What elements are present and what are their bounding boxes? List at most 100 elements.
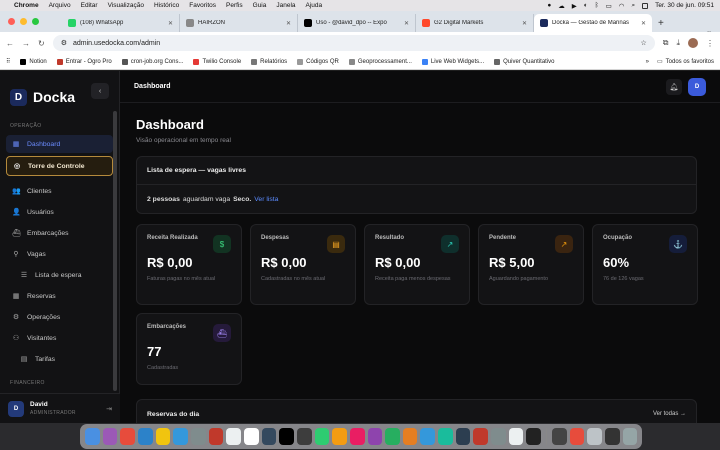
close-tab-icon[interactable]: ✕ bbox=[522, 20, 527, 27]
sidebar-item-tarifas[interactable]: ▤ Tarifas bbox=[6, 350, 113, 368]
dock-app-icon[interactable] bbox=[402, 428, 418, 445]
ver-lista-link[interactable]: Ver lista bbox=[254, 196, 278, 203]
clock[interactable]: Ter. 30 de jun. 09:51 bbox=[655, 2, 714, 9]
bell-icon[interactable]: 🔔︎ bbox=[666, 78, 682, 95]
menu-item[interactable]: Janela bbox=[276, 2, 295, 9]
menu-item[interactable]: Favoritos bbox=[189, 2, 216, 9]
menu-item[interactable]: Guia bbox=[253, 2, 267, 9]
wifi-icon[interactable]: ◠ bbox=[619, 2, 625, 10]
kpi-card-resultado[interactable]: Resultado ↗ R$ 0,00 Receita paga menos d… bbox=[364, 224, 470, 305]
dock-app-icon[interactable] bbox=[455, 428, 471, 445]
dock-app-icon[interactable] bbox=[332, 428, 347, 445]
dock-app-icon[interactable] bbox=[604, 428, 620, 445]
kpi-card-ocupacao[interactable]: Ocupação ⚓ 60% 76 de 126 vagas bbox=[592, 224, 698, 305]
menu-item[interactable]: Arquivo bbox=[49, 2, 71, 9]
dock-app-icon[interactable] bbox=[385, 428, 400, 445]
dock-app-icon[interactable] bbox=[85, 428, 100, 445]
sidebar-item-embarcacoes[interactable]: ⛴ Embarcações bbox=[6, 224, 113, 242]
sidebar-item-vagas[interactable]: ⚲ Vagas bbox=[6, 245, 113, 263]
dock-app-icon[interactable] bbox=[120, 428, 135, 445]
browser-tab[interactable]: Uso - @david_dpo -- Expo ✕ bbox=[298, 14, 416, 32]
sidebar-item-lista-de-espera[interactable]: ☰ Lista de espera bbox=[6, 266, 113, 284]
dock-app-icon[interactable] bbox=[622, 428, 638, 445]
cloud-icon[interactable]: ☁ bbox=[558, 2, 565, 10]
bookmark-item[interactable]: Geoprocessament... bbox=[348, 58, 412, 65]
bookmark-item[interactable]: Notion bbox=[20, 58, 47, 65]
sidebar-item-clientes[interactable]: 👥 Clientes bbox=[6, 182, 113, 200]
dock-app-icon[interactable] bbox=[438, 428, 453, 445]
minimize-window-button[interactable] bbox=[20, 18, 27, 25]
bookmark-item[interactable]: Códigos QR bbox=[297, 58, 339, 65]
dock-app-icon[interactable] bbox=[137, 428, 153, 445]
sidebar-scrollbar[interactable] bbox=[113, 111, 117, 391]
site-info-icon[interactable]: ⚙ bbox=[61, 39, 67, 47]
dock-app-icon[interactable] bbox=[226, 428, 241, 445]
close-window-button[interactable] bbox=[8, 18, 15, 25]
dock-app-icon[interactable] bbox=[491, 428, 506, 445]
menu-item[interactable]: Editar bbox=[81, 2, 98, 9]
sidebar-item-operacoes[interactable]: ⚙ Operações bbox=[6, 308, 113, 326]
dock-app-icon[interactable] bbox=[420, 428, 436, 445]
dock-app-icon[interactable] bbox=[243, 428, 259, 445]
bookmarks-overflow-icon[interactable]: » bbox=[646, 59, 649, 65]
dock-app-icon[interactable] bbox=[279, 428, 294, 445]
address-bar[interactable]: ⚙ admin.usedocka.com/admin ☆ bbox=[52, 35, 655, 51]
sidebar-item-visitantes[interactable]: ⚇ Visitantes bbox=[6, 329, 113, 347]
dock-app-icon[interactable] bbox=[569, 428, 585, 445]
dock-app-icon[interactable] bbox=[349, 428, 365, 445]
extensions-icon[interactable]: ⧉ bbox=[663, 38, 669, 48]
bookmark-item[interactable]: Live Web Widgets... bbox=[421, 58, 484, 65]
dock-app-icon[interactable] bbox=[296, 428, 312, 445]
close-tab-icon[interactable]: ✕ bbox=[168, 20, 173, 27]
dock-app-icon[interactable] bbox=[261, 428, 277, 445]
bookmark-item[interactable]: Entrar - Ogro Pro bbox=[56, 58, 112, 65]
dock-app-icon[interactable] bbox=[155, 428, 171, 445]
ver-todas-link[interactable]: Ver todas → bbox=[653, 411, 686, 417]
avatar[interactable]: D bbox=[8, 400, 24, 417]
browser-tab-active[interactable]: Docka — Gestão de Marinas ✕ bbox=[534, 14, 652, 32]
more-menu-icon[interactable]: ⋮ bbox=[706, 39, 714, 48]
reload-icon[interactable]: ↻ bbox=[38, 39, 45, 48]
dock-app-icon[interactable] bbox=[102, 428, 118, 445]
dock-app-icon[interactable] bbox=[526, 428, 542, 445]
kpi-card-despesas[interactable]: Despesas ▤ R$ 0,00 Cadastradas no mês at… bbox=[250, 224, 356, 305]
kpi-card-receita[interactable]: Receita Realizada $ R$ 0,00 Faturas paga… bbox=[136, 224, 242, 305]
dock-app-icon[interactable] bbox=[367, 428, 383, 445]
new-tab-button[interactable]: + bbox=[652, 14, 670, 32]
profile-avatar[interactable] bbox=[688, 38, 698, 48]
kpi-card-pendente[interactable]: Pendente ↗ R$ 5,00 Aguardando pagamento bbox=[478, 224, 584, 305]
bluetooth-icon[interactable]: ᛒ bbox=[595, 2, 599, 9]
user-menu-button[interactable]: D bbox=[688, 77, 706, 96]
sidebar-item-torre-de-controle[interactable]: ◎ Torre de Controle bbox=[6, 156, 113, 176]
forward-icon[interactable]: → bbox=[22, 39, 30, 48]
menu-item[interactable]: Visualização bbox=[108, 2, 144, 9]
browser-tab[interactable]: G2 Digital Markets ✕ bbox=[416, 14, 534, 32]
dock-app-icon[interactable] bbox=[314, 428, 330, 445]
menu-item[interactable]: Ajuda bbox=[306, 2, 323, 9]
control-center-icon[interactable] bbox=[642, 2, 649, 9]
collapse-sidebar-button[interactable]: ‹ bbox=[91, 83, 109, 99]
browser-tab[interactable]: (108) WhatsApp ✕ bbox=[62, 14, 180, 32]
menu-extra-icon[interactable]: ◐ bbox=[584, 2, 588, 9]
dock-app-icon[interactable] bbox=[508, 428, 524, 445]
back-icon[interactable]: ← bbox=[6, 39, 14, 48]
dock-app-icon[interactable] bbox=[208, 428, 224, 445]
play-icon[interactable]: ▶ bbox=[572, 2, 577, 10]
downloads-icon[interactable]: ⤓ bbox=[676, 38, 680, 48]
close-tab-icon[interactable]: ✕ bbox=[641, 20, 646, 27]
kpi-card-embarcacoes[interactable]: Embarcações ⛴ 77 Cadastradas bbox=[136, 313, 242, 385]
bookmark-item[interactable]: Twilio Console bbox=[193, 58, 241, 65]
zoom-window-button[interactable] bbox=[32, 18, 39, 25]
bookmark-item[interactable]: cron-job.org Cons... bbox=[121, 58, 183, 65]
all-bookmarks-button[interactable]: ▭ Todos os favoritos bbox=[657, 58, 714, 66]
dock-app-icon[interactable] bbox=[173, 428, 188, 445]
apps-grid-icon[interactable]: ⠿ bbox=[6, 58, 10, 65]
close-tab-icon[interactable]: ✕ bbox=[404, 20, 409, 27]
bookmark-star-icon[interactable]: ☆ bbox=[640, 39, 646, 47]
menu-item[interactable]: Perfis bbox=[226, 2, 243, 9]
menu-item[interactable]: Histórico bbox=[154, 2, 179, 9]
record-icon[interactable]: ● bbox=[547, 2, 551, 9]
search-icon[interactable]: ⌕ bbox=[631, 2, 635, 10]
dock-app-icon[interactable] bbox=[551, 428, 567, 445]
close-tab-icon[interactable]: ✕ bbox=[286, 20, 291, 27]
